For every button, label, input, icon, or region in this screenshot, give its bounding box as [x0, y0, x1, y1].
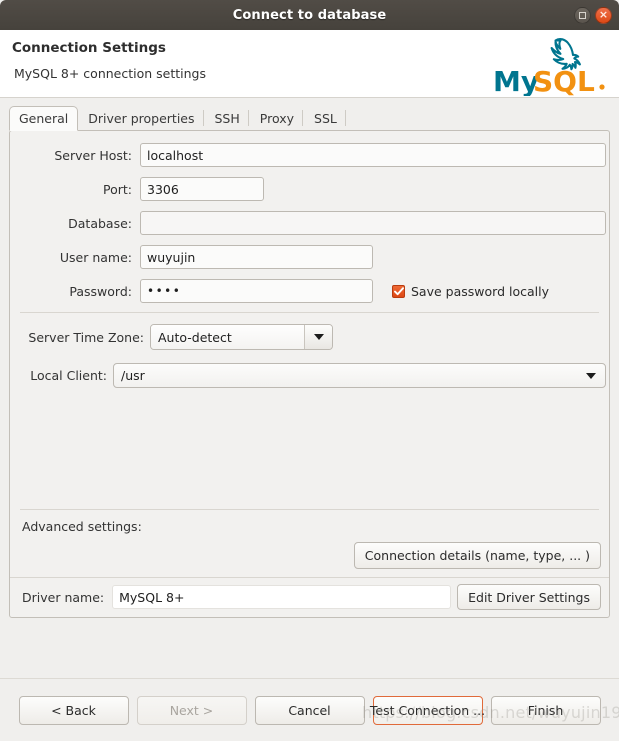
- tab-general[interactable]: General: [9, 106, 79, 131]
- next-button: Next >: [136, 695, 247, 725]
- password-row: Password: •••• Save password locally: [10, 279, 609, 303]
- connection-details-button[interactable]: Connection details (name, type, ... ): [353, 542, 601, 569]
- window-controls: ×: [574, 0, 612, 30]
- cancel-button[interactable]: Cancel: [254, 695, 365, 725]
- driver-name-row: Driver name: MySQL 8+ Edit Driver Settin…: [22, 584, 601, 610]
- settings-separator-top: [20, 312, 599, 313]
- user-name-input[interactable]: wuyujin: [140, 245, 373, 269]
- maximize-icon: [579, 11, 586, 19]
- chevron-down-icon[interactable]: [304, 325, 332, 349]
- save-password-checkbox-row[interactable]: Save password locally: [392, 284, 549, 299]
- connect-to-database-dialog: Connect to database × Connection Setting…: [0, 0, 619, 741]
- svg-text:SQL: SQL: [533, 65, 595, 96]
- dialog-footer: < Back Next > Cancel Test Connection ...…: [0, 679, 619, 741]
- tab-driver-properties[interactable]: Driver properties: [78, 105, 204, 130]
- dialog-header: Connection Settings MySQL 8+ connection …: [0, 30, 619, 98]
- general-tab-panel: Server Host: localhost Port: 3306 Databa…: [9, 130, 610, 618]
- tab-label: SSL: [314, 110, 337, 126]
- title-bar: Connect to database ×: [0, 0, 619, 30]
- server-host-row: Server Host: localhost: [10, 143, 609, 167]
- server-time-zone-value: Auto-detect: [151, 325, 304, 349]
- finish-button[interactable]: Finish: [490, 695, 601, 725]
- tab-label: SSH: [214, 110, 240, 126]
- driver-name-value: MySQL 8+: [112, 585, 452, 609]
- database-label: Database:: [68, 215, 132, 231]
- close-button[interactable]: ×: [595, 6, 612, 24]
- tab-bar: General Driver properties SSH Proxy SSL: [0, 104, 619, 131]
- save-password-checkbox[interactable]: [392, 284, 405, 298]
- user-name-label: User name:: [59, 249, 132, 265]
- window-title: Connect to database: [232, 7, 387, 23]
- chevron-down-icon[interactable]: [582, 364, 600, 387]
- local-client-value: /usr: [121, 368, 145, 383]
- local-client-label: Local Client:: [30, 368, 107, 383]
- local-client-row: Local Client: /usr: [10, 363, 609, 388]
- driver-name-label: Driver name:: [22, 589, 105, 605]
- server-host-value: localhost: [147, 147, 204, 163]
- tab-ssh[interactable]: SSH: [205, 105, 250, 130]
- save-password-label: Save password locally: [411, 283, 549, 299]
- test-connection-button[interactable]: Test Connection ...: [370, 695, 485, 725]
- check-icon: [393, 286, 404, 295]
- database-row: Database:: [10, 211, 609, 235]
- port-value: 3306: [147, 181, 179, 197]
- database-input[interactable]: [140, 211, 606, 235]
- server-host-input[interactable]: localhost: [140, 143, 606, 167]
- password-value: ••••: [147, 284, 182, 298]
- mysql-logo: My SQL: [491, 34, 607, 98]
- page-title: Connection Settings: [12, 40, 166, 56]
- tab-ssl[interactable]: SSL: [304, 105, 347, 130]
- user-name-value: wuyujin: [147, 249, 196, 265]
- server-host-label: Server Host:: [54, 147, 132, 163]
- tab-label: Driver properties: [88, 110, 195, 126]
- tab-label: Proxy: [259, 110, 295, 126]
- server-time-zone-label: Server Time Zone:: [28, 329, 144, 345]
- page-subtitle: MySQL 8+ connection settings: [14, 66, 206, 81]
- password-input[interactable]: ••••: [140, 279, 373, 303]
- server-time-zone-dropdown[interactable]: Auto-detect: [150, 324, 333, 350]
- back-button[interactable]: < Back: [18, 695, 129, 725]
- server-time-zone-row: Server Time Zone: Auto-detect: [10, 324, 609, 350]
- user-name-row: User name: wuyujin: [10, 245, 609, 269]
- maximize-button[interactable]: [574, 6, 591, 24]
- port-label: Port:: [103, 181, 132, 197]
- local-client-dropdown[interactable]: /usr: [113, 363, 606, 388]
- port-input[interactable]: 3306: [140, 177, 264, 201]
- tab-proxy[interactable]: Proxy: [250, 105, 304, 130]
- tab-label: General: [19, 111, 69, 126]
- advanced-settings-label: Advanced settings:: [22, 519, 142, 534]
- advanced-separator: [20, 509, 599, 510]
- port-row: Port: 3306: [10, 177, 609, 201]
- password-label: Password:: [69, 283, 132, 299]
- close-icon: ×: [598, 8, 609, 21]
- edit-driver-settings-button[interactable]: Edit Driver Settings: [457, 584, 601, 610]
- driver-separator: [10, 577, 609, 578]
